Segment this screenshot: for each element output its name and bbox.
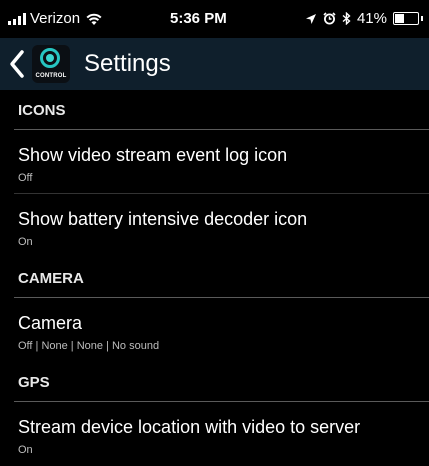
carrier-label: Verizon <box>30 10 81 27</box>
status-bar: Verizon 5:36 PM 41% <box>0 0 429 38</box>
battery-percent: 41% <box>356 10 387 27</box>
logo-ring <box>40 48 60 68</box>
section-header-camera: CAMERA <box>14 258 429 298</box>
list-item-stream-location[interactable]: Stream device location with video to ser… <box>14 402 429 466</box>
item-title: Show battery intensive decoder icon <box>18 209 308 229</box>
page-title: Settings <box>84 50 171 77</box>
item-subtitle: Off | None | None | No sound <box>18 340 160 352</box>
signal-icon <box>8 12 26 25</box>
status-left: Verizon <box>8 10 102 27</box>
logo-text: CONTROL <box>35 73 67 79</box>
back-chevron-icon[interactable] <box>8 49 26 79</box>
section-header-gps: GPS <box>14 362 429 402</box>
battery-fill <box>395 14 404 23</box>
list-item-battery-decoder[interactable]: Show battery intensive decoder icon On <box>14 194 429 258</box>
item-subtitle: On <box>18 236 33 248</box>
list-item-video-event-log[interactable]: Show video stream event log icon Off <box>14 130 429 194</box>
battery-icon <box>393 12 419 25</box>
alarm-icon <box>323 12 336 25</box>
item-title: Stream device location with video to ser… <box>18 417 361 437</box>
battery-tip <box>421 16 423 21</box>
item-subtitle: Off <box>18 172 33 184</box>
item-title: Camera <box>18 313 83 333</box>
wifi-icon <box>86 13 102 25</box>
section-header-icons: ICONS <box>14 90 429 130</box>
status-time: 5:36 PM <box>170 10 227 27</box>
location-arrow-icon <box>305 13 316 24</box>
status-right: 41% <box>305 10 423 27</box>
settings-list: ICONS Show video stream event log icon O… <box>0 90 429 466</box>
item-title: Show video stream event log icon <box>18 145 288 165</box>
bluetooth-icon <box>342 12 351 25</box>
list-item-camera[interactable]: Camera Off | None | None | No sound <box>14 298 429 362</box>
app-logo-icon[interactable]: CONTROL <box>32 45 70 83</box>
app-bar: CONTROL Settings <box>0 38 429 90</box>
item-subtitle: On <box>18 444 33 456</box>
